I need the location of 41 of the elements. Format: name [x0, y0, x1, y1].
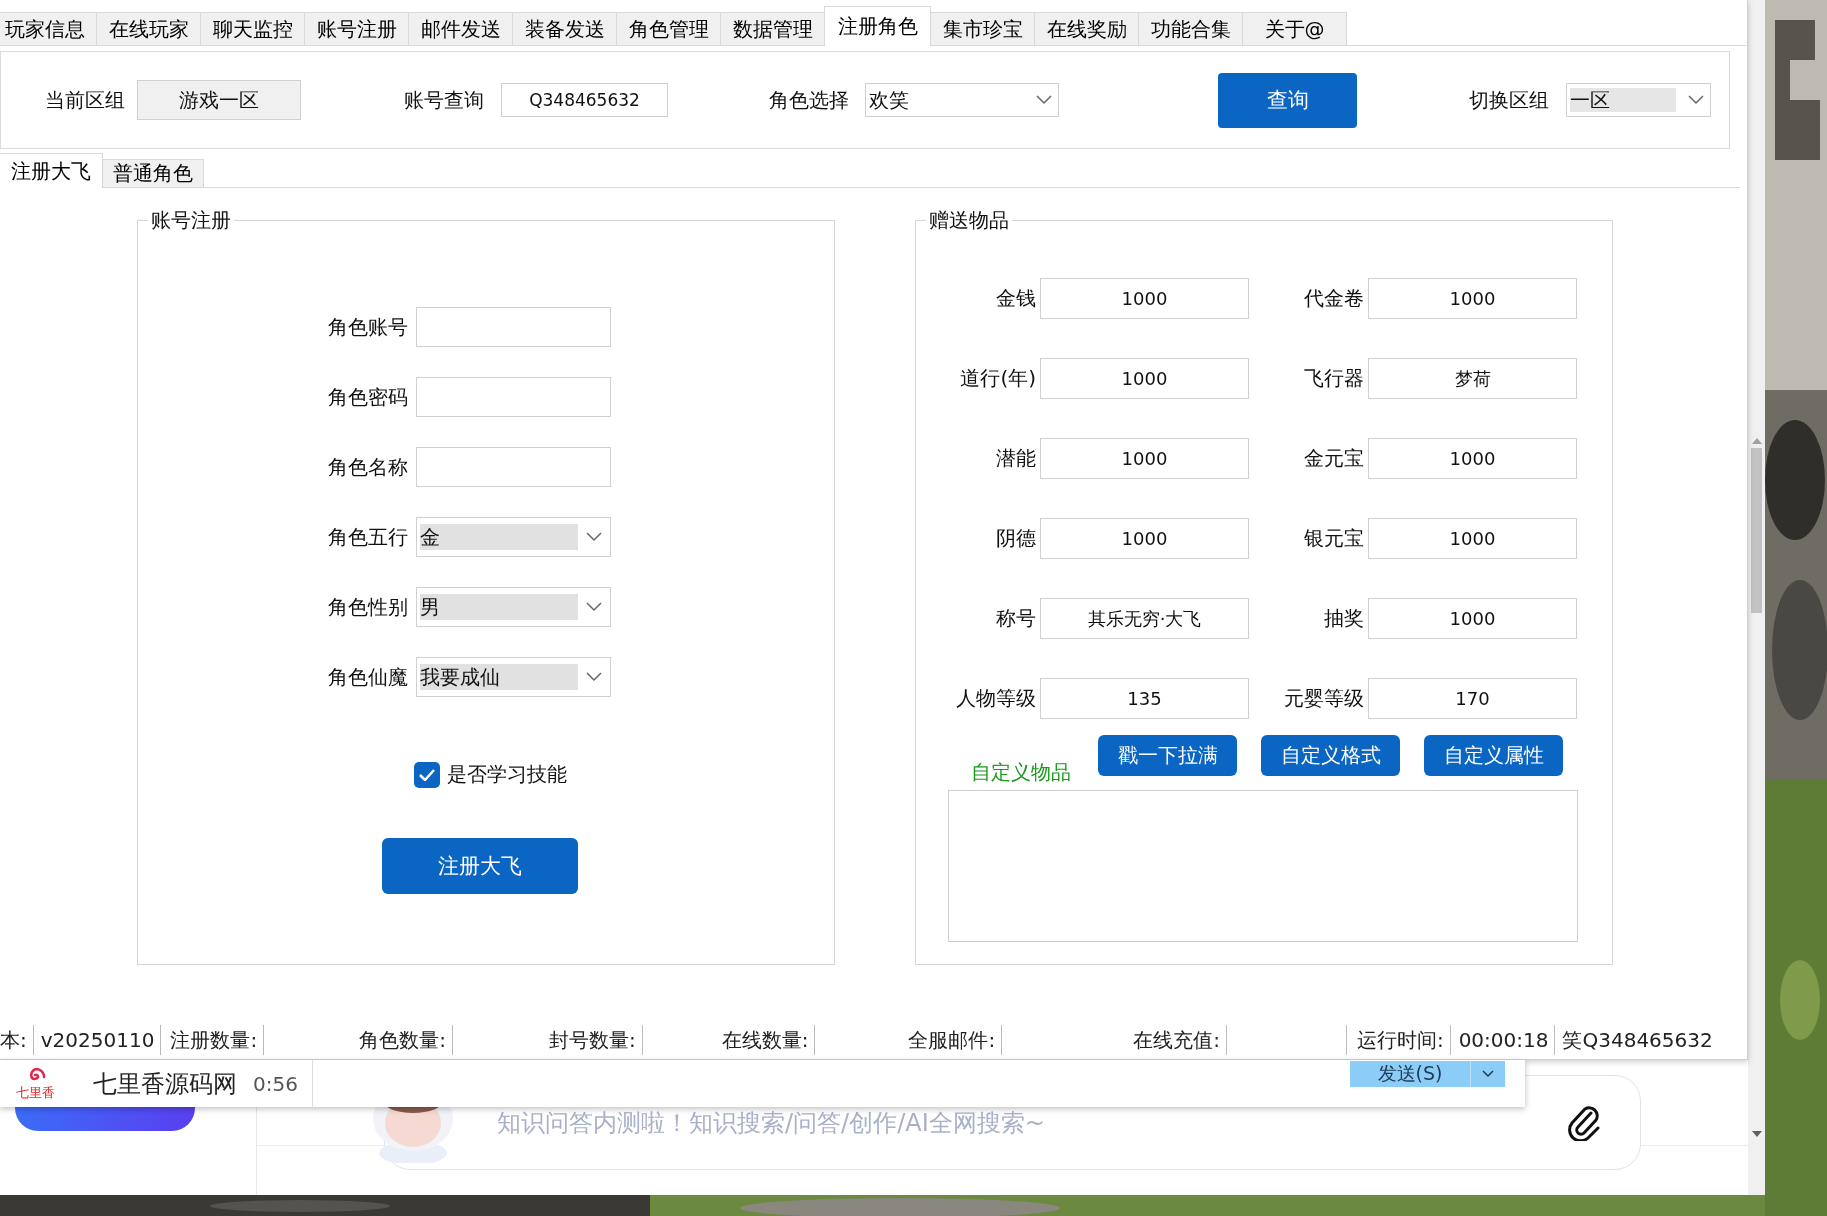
popup-time: 0:56: [253, 1060, 313, 1107]
logo-text: 七里香: [15, 1086, 55, 1100]
field-label: 金钱: [995, 285, 1036, 312]
status-text: 笑Q348465632: [1562, 1026, 1714, 1054]
status-text: 在线数量:: [721, 1024, 816, 1055]
status-text: 运行时间:: [1345, 1024, 1451, 1055]
switch-label: 切换区组: [1469, 86, 1550, 114]
field-label: 角色密码: [327, 383, 408, 411]
field-label: 潜能: [995, 445, 1036, 472]
group-title: 账号注册: [150, 207, 232, 233]
field-label: 阴德: [995, 525, 1036, 552]
account-label: 账号查询: [404, 86, 485, 114]
status-text: 封号数量:: [548, 1024, 643, 1055]
field-label: 角色名称: [327, 453, 408, 481]
field-label: 角色五行: [327, 523, 408, 551]
status-text: 在线充值:: [1133, 1024, 1227, 1055]
field-label: 金元宝: [1303, 445, 1364, 472]
status-text: 00:00:18: [1458, 1024, 1556, 1055]
field-label: 飞行器: [1303, 365, 1364, 392]
status-text: 注册数量:: [170, 1024, 265, 1055]
field-label: 称号: [995, 605, 1036, 632]
field-label: 道行(年): [959, 365, 1036, 392]
popup-title: 七里香源码网: [93, 1068, 237, 1100]
field-label: 人物等级: [955, 685, 1036, 712]
custom-items-label: 自定义物品: [971, 759, 1071, 786]
field-label: 角色仙魔: [327, 663, 408, 691]
zone-field: 游戏一区: [137, 80, 301, 120]
field-label: 银元宝: [1303, 525, 1364, 552]
field-label: 抽奖: [1323, 605, 1364, 632]
checkbox-label: 是否学习技能: [447, 761, 567, 788]
zone-label: 当前区组: [45, 86, 126, 114]
field-label: 元婴等级: [1283, 685, 1364, 712]
status-text: 本:: [0, 1024, 34, 1055]
status-text: 全服邮件:: [908, 1024, 1003, 1055]
group-title: 赠送物品: [928, 207, 1010, 233]
role-label: 角色选择: [769, 86, 850, 114]
field-label: 角色账号: [327, 313, 408, 341]
status-text: 角色数量:: [359, 1024, 453, 1055]
status-text: v20250110: [40, 1024, 162, 1055]
field-label: 代金卷: [1303, 285, 1364, 312]
field-label: 角色性别: [327, 593, 408, 621]
